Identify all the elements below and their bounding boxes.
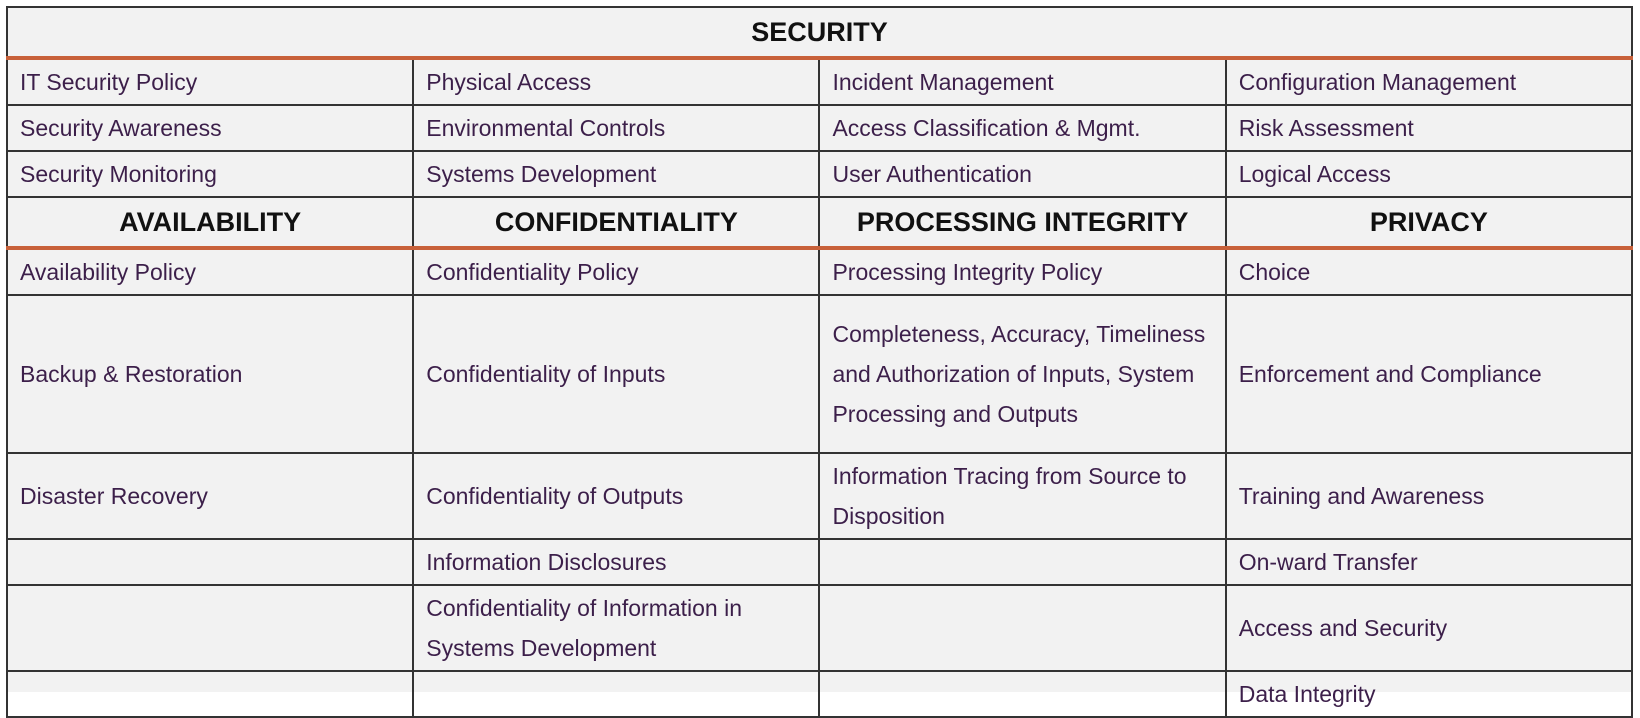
security-cell: Access Classification & Mgmt. (818, 104, 1227, 152)
table-cell (412, 670, 821, 718)
security-title: SECURITY (6, 6, 1633, 60)
header-processing-integrity: PROCESSING INTEGRITY (818, 196, 1227, 250)
security-cell: User Authentication (818, 150, 1227, 198)
security-cell: Security Monitoring (5, 150, 415, 198)
table-cell: Confidentiality of Information in System… (412, 584, 821, 672)
table-cell: Confidentiality Policy (412, 247, 821, 296)
table-cell: Data Integrity (1224, 670, 1634, 718)
security-cell: Physical Access (412, 57, 821, 106)
table-cell: On-ward Transfer (1224, 538, 1634, 586)
table-cell (818, 584, 1227, 672)
table-cell (818, 538, 1227, 586)
table-cell: Processing Integrity Policy (818, 247, 1227, 296)
table-cell: Information Disclosures (412, 538, 821, 586)
security-cell: Systems Development (412, 150, 821, 198)
table-cell: Access and Security (1224, 584, 1634, 672)
security-cell: Incident Management (818, 57, 1227, 106)
trust-services-table-frame: SECURITY IT Security Policy Physical Acc… (5, 6, 1634, 718)
table-cell: Confidentiality of Inputs (412, 294, 821, 454)
table-cell: Backup & Restoration (5, 294, 415, 454)
table-cell (5, 670, 415, 718)
table-cell (5, 584, 415, 672)
table-cell: Disaster Recovery (5, 452, 415, 540)
table-cell: Completeness, Accuracy, Timeliness and A… (818, 294, 1227, 454)
security-cell: Risk Assessment (1224, 104, 1634, 152)
table-cell (818, 670, 1227, 718)
security-cell: Logical Access (1224, 150, 1634, 198)
security-cell: Environmental Controls (412, 104, 821, 152)
security-cell: Security Awareness (5, 104, 415, 152)
header-privacy: PRIVACY (1224, 196, 1634, 250)
security-cell: Configuration Management (1224, 57, 1634, 106)
header-availability: AVAILABILITY (5, 196, 415, 250)
table-cell: Confidentiality of Outputs (412, 452, 821, 540)
table-cell: Enforcement and Compliance (1224, 294, 1634, 454)
table-cell (5, 538, 415, 586)
header-confidentiality: CONFIDENTIALITY (412, 196, 821, 250)
table-cell: Choice (1224, 247, 1634, 296)
table-cell: Information Tracing from Source to Dispo… (818, 452, 1227, 540)
table-cell: Training and Awareness (1224, 452, 1634, 540)
trust-services-table: SECURITY IT Security Policy Physical Acc… (5, 6, 1634, 718)
security-cell: IT Security Policy (5, 57, 415, 106)
table-cell: Availability Policy (5, 247, 415, 296)
